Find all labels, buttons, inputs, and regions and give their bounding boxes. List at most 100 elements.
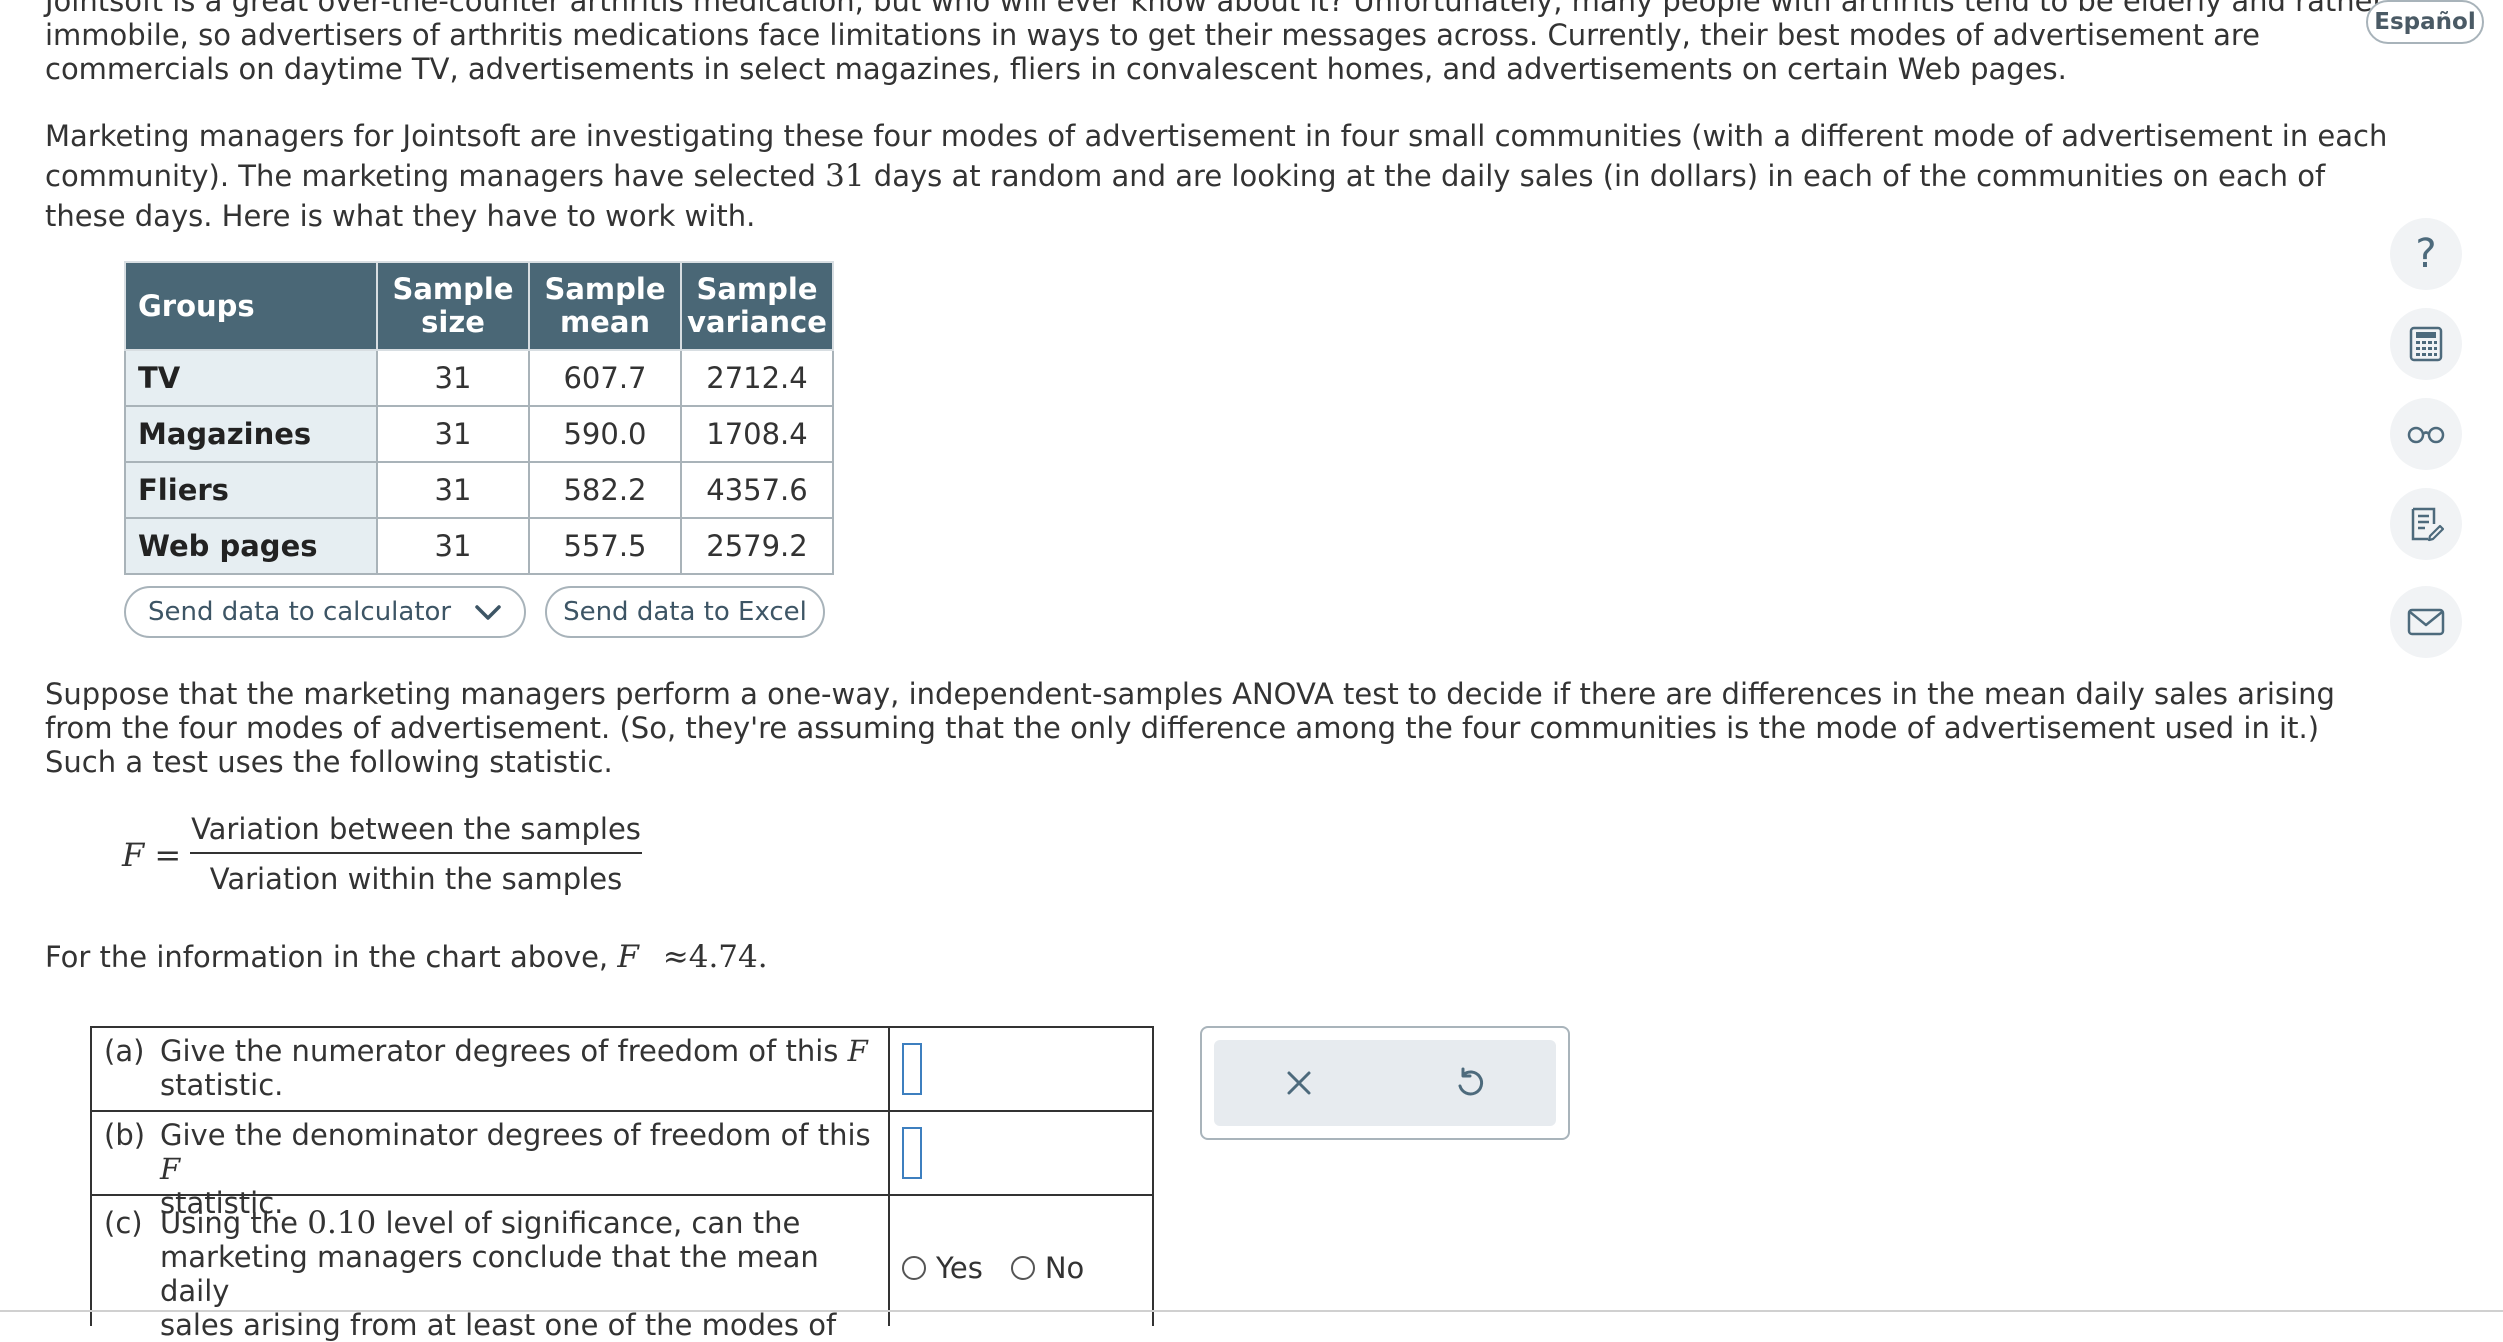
question-c-text: (c) Using the 0.10 level of significance…	[92, 1196, 890, 1342]
no-label: No	[1044, 1251, 1085, 1285]
group-cell: TV	[124, 349, 378, 407]
help-icon: ?	[2415, 231, 2437, 277]
question-row-b: (b) Give the denominator degrees of free…	[92, 1112, 1152, 1220]
mail-button[interactable]	[2390, 586, 2462, 658]
question-row-c: (c) Using the 0.10 level of significance…	[92, 1196, 1152, 1342]
f-value-prefix: For the information in the chart above,	[45, 940, 618, 974]
header-var-line2: variance	[687, 305, 827, 339]
answer-a-cell	[890, 1028, 1152, 1110]
size-cell: 31	[376, 517, 530, 575]
intro-line-3: commercials on daytime TV, advertisement…	[45, 52, 2067, 86]
sample-data-table: Groups Sample size Sample mean Sample varia…	[124, 261, 834, 575]
mean-cell: 557.5	[528, 517, 682, 575]
question-a-body: Give the numerator degrees of freedom of…	[160, 1034, 868, 1106]
notes-button[interactable]	[2390, 488, 2462, 560]
days-count: 31	[825, 158, 865, 194]
table-row: Magazines 31 590.0 1708.4	[124, 405, 834, 463]
header-groups: Groups	[124, 261, 378, 351]
header-mean-line1: Sample	[544, 272, 666, 306]
question-c-body: Using the 0.10 level of significance, ca…	[160, 1206, 878, 1342]
anova-line-3: Such a test uses the following statistic…	[45, 745, 613, 779]
formula-denominator: Variation within the samples	[209, 862, 623, 896]
numerator-df-input[interactable]	[902, 1043, 922, 1095]
close-icon	[1287, 1071, 1310, 1095]
glasses-icon	[2407, 426, 2445, 444]
mean-cell: 590.0	[528, 405, 682, 463]
clear-button[interactable]	[1284, 1068, 1314, 1098]
f-value-sentence: For the information in the chart above, …	[45, 940, 768, 974]
send-to-calculator-button[interactable]: Send data to calculator	[124, 586, 526, 638]
intro-paragraph: Jointsoft is a great over-the-counter ar…	[45, 0, 2384, 86]
anova-line-2: from the four modes of advertisement. (S…	[45, 711, 2320, 745]
fraction-bar	[190, 852, 642, 854]
answer-b-cell	[890, 1112, 1152, 1194]
no-radio[interactable]	[1010, 1256, 1035, 1280]
question-c-line3: sales arising from at least one of the m…	[160, 1308, 837, 1342]
question-b-text: (b) Give the denominator degrees of free…	[92, 1112, 890, 1220]
size-cell: 31	[376, 405, 530, 463]
calculator-button[interactable]	[2390, 308, 2462, 380]
size-cell: 31	[376, 349, 530, 407]
calculator-icon	[2409, 326, 2443, 362]
action-button-bar	[1214, 1040, 1556, 1126]
group-cell: Magazines	[124, 405, 378, 463]
question-b-f: F	[160, 1152, 181, 1186]
header-mean-line2: mean	[559, 305, 651, 339]
yes-radio[interactable]	[902, 1256, 926, 1280]
table-row: Web pages 31 557.5 2579.2	[124, 517, 834, 575]
setup-line-1: Marketing managers for Jointsoft are inv…	[45, 119, 2388, 153]
send-to-excel-button[interactable]: Send data to Excel	[545, 586, 825, 638]
header-size-line2: size	[421, 305, 485, 339]
header-var-line1: Sample	[696, 272, 818, 306]
glasses-button[interactable]	[2390, 398, 2462, 470]
question-a-text: (a) Give the numerator degrees of freedo…	[92, 1028, 890, 1110]
question-b-label: (b)	[104, 1118, 146, 1152]
question-c-line1b: level of significance, can the	[376, 1206, 801, 1240]
send-to-excel-label: Send data to Excel	[563, 597, 807, 627]
header-sample-variance: Sample variance	[680, 261, 834, 351]
denominator-df-input[interactable]	[902, 1127, 922, 1179]
notes-icon	[2411, 507, 2444, 542]
mean-cell: 607.7	[528, 349, 682, 407]
answer-action-panel	[1200, 1026, 1570, 1140]
language-button[interactable]: Español	[2366, 0, 2484, 44]
variance-cell: 2712.4	[680, 349, 834, 407]
question-c-label: (c)	[104, 1206, 143, 1240]
group-cell: Fliers	[124, 461, 378, 519]
anova-paragraph: Suppose that the marketing managers perf…	[45, 677, 2335, 779]
question-table: (a) Give the numerator degrees of freedo…	[90, 1026, 1154, 1342]
setup-paragraph: Marketing managers for Jointsoft are inv…	[45, 116, 2387, 236]
intro-line-2: immobile, so advertisers of arthritis me…	[45, 18, 2260, 52]
formula-lhs: F =	[122, 836, 182, 874]
undo-button[interactable]	[1453, 1066, 1487, 1100]
yes-label: Yes	[936, 1251, 983, 1285]
variance-cell: 1708.4	[680, 405, 834, 463]
formula-numerator: Variation between the samples	[191, 812, 641, 846]
table-row: Fliers 31 582.2 4357.6	[124, 461, 834, 519]
answer-c-cell: Yes No	[890, 1196, 1152, 1326]
table-row: TV 31 607.7 2712.4	[124, 349, 834, 407]
undo-icon	[1458, 1067, 1483, 1096]
header-size-line1: Sample	[392, 272, 514, 306]
question-row-a: (a) Give the numerator degrees of freedo…	[92, 1028, 1152, 1112]
chevron-down-icon[interactable]	[474, 600, 502, 631]
question-c-line2: marketing managers conclude that the mea…	[160, 1240, 819, 1308]
variance-cell: 4357.6	[680, 461, 834, 519]
header-sample-mean: Sample mean	[528, 261, 682, 351]
variance-cell: 2579.2	[680, 517, 834, 575]
setup-line-3: these days. Here is what they have to wo…	[45, 199, 756, 233]
setup-line-2a: community). The marketing managers have …	[45, 159, 826, 193]
question-c-line1a: Using the	[160, 1206, 308, 1240]
f-value-number: ≈4.74	[652, 939, 758, 975]
question-a-line2: statistic.	[160, 1068, 284, 1102]
intro-line-1: Jointsoft is a great over-the-counter ar…	[45, 0, 2385, 18]
mean-cell: 582.2	[528, 461, 682, 519]
question-a-f: F	[847, 1034, 868, 1068]
help-button[interactable]: ?	[2390, 218, 2462, 290]
f-value-variable: F	[617, 939, 639, 975]
f-value-period: .	[757, 939, 768, 975]
question-a-label: (a)	[104, 1034, 145, 1068]
send-to-calculator-label: Send data to calculator	[148, 597, 452, 627]
anova-line-1: Suppose that the marketing managers perf…	[45, 677, 2335, 711]
setup-line-2b: days at random and are looking at the da…	[864, 159, 2326, 193]
